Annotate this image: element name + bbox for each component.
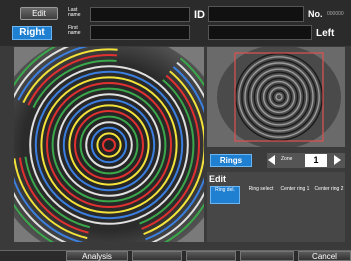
ring-select-option[interactable]: Ring select [246, 186, 276, 204]
placido-ring-image[interactable] [14, 47, 204, 242]
ring-delete-option[interactable]: Ring del. [210, 186, 240, 204]
eye-right-button[interactable]: Right [12, 26, 52, 40]
id-field [208, 6, 304, 22]
center-ring-2-label: Center ring 2 [314, 186, 344, 192]
zone-value[interactable]: 1 [305, 154, 327, 167]
ring-overlay [14, 47, 204, 242]
cancel-button[interactable]: Cancel [298, 251, 351, 261]
zone-increase-icon[interactable] [334, 155, 341, 165]
rings-button[interactable]: Rings [210, 154, 252, 167]
center-ring-2-option[interactable]: Center ring 2 [314, 186, 344, 204]
eye-left-field [208, 25, 312, 40]
keratoscope-thumbnail[interactable] [207, 47, 345, 147]
edit-title: Edit [209, 174, 226, 184]
edit-panel [207, 172, 345, 242]
footer-button-4[interactable] [186, 251, 236, 261]
eye-left-label[interactable]: Left [316, 28, 334, 39]
center-ring-1-option[interactable]: Center ring 1 [280, 186, 310, 204]
zone-label: Zone [281, 156, 293, 162]
edit-button[interactable]: Edit [20, 7, 58, 20]
first-name-field [90, 25, 190, 40]
number-value: 000000 [327, 11, 344, 17]
footer-button-5[interactable] [240, 251, 294, 261]
first-name-label: First name [68, 25, 81, 36]
ring-select-label: Ring select [248, 186, 274, 192]
analysis-button[interactable]: Analysis [66, 251, 128, 261]
zone-decrease-icon[interactable] [268, 155, 275, 165]
last-name-field [90, 7, 190, 22]
footer-button-3[interactable] [132, 251, 182, 261]
ring-delete-label: Ring del. [215, 187, 235, 193]
number-label: No. [308, 9, 323, 19]
thumbnail-image [207, 47, 345, 147]
center-ring-1-label: Center ring 1 [280, 186, 310, 192]
last-name-label: Last name [68, 7, 81, 18]
id-label: ID [194, 9, 205, 21]
